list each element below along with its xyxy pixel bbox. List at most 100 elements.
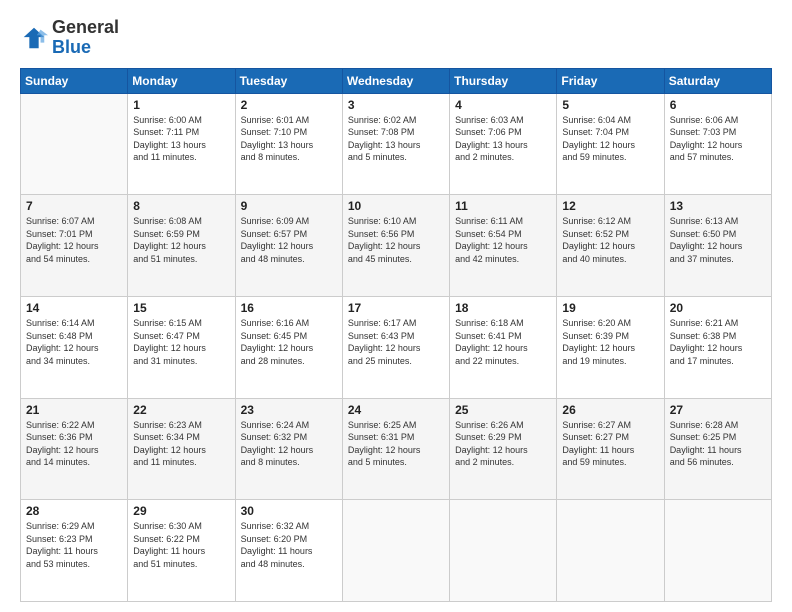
calendar-cell: 15 Sunrise: 6:15 AM Sunset: 6:47 PM Dayli… [128,296,235,398]
day-info: Sunrise: 6:21 AM Sunset: 6:38 PM Dayligh… [670,317,766,367]
day-info: Sunrise: 6:14 AM Sunset: 6:48 PM Dayligh… [26,317,122,367]
calendar-cell: 17 Sunrise: 6:17 AM Sunset: 6:43 PM Dayli… [342,296,449,398]
day-info: Sunrise: 6:24 AM Sunset: 6:32 PM Dayligh… [241,419,337,469]
logo: GeneralBlue [20,18,119,58]
calendar-cell: 23 Sunrise: 6:24 AM Sunset: 6:32 PM Dayli… [235,398,342,500]
calendar-cell [21,93,128,195]
calendar-cell: 19 Sunrise: 6:20 AM Sunset: 6:39 PM Dayli… [557,296,664,398]
calendar-cell: 4Sunrise: 6:03 AM Sunset: 7:06 PM Daylig… [450,93,557,195]
day-number: 11 [455,199,551,213]
calendar-cell [664,500,771,602]
day-number: 12 [562,199,658,213]
day-info: Sunrise: 6:16 AM Sunset: 6:45 PM Dayligh… [241,317,337,367]
day-number: 21 [26,403,122,417]
day-number: 23 [241,403,337,417]
day-number: 20 [670,301,766,315]
calendar-cell: 9Sunrise: 6:09 AM Sunset: 6:57 PM Daylig… [235,195,342,297]
day-number: 25 [455,403,551,417]
day-info: Sunrise: 6:00 AM Sunset: 7:11 PM Dayligh… [133,114,229,164]
day-info: Sunrise: 6:09 AM Sunset: 6:57 PM Dayligh… [241,215,337,265]
day-info: Sunrise: 6:27 AM Sunset: 6:27 PM Dayligh… [562,419,658,469]
calendar-cell: 1 Sunrise: 6:00 AM Sunset: 7:11 PM Daylig… [128,93,235,195]
day-number: 24 [348,403,444,417]
weekday-header: Tuesday [235,68,342,93]
day-number: 22 [133,403,229,417]
calendar-cell: 27 Sunrise: 6:28 AM Sunset: 6:25 PM Dayli… [664,398,771,500]
day-info: Sunrise: 6:13 AM Sunset: 6:50 PM Dayligh… [670,215,766,265]
day-info: Sunrise: 6:10 AM Sunset: 6:56 PM Dayligh… [348,215,444,265]
logo-text: GeneralBlue [52,18,119,58]
calendar-cell: 5 Sunrise: 6:04 AM Sunset: 7:04 PM Daylig… [557,93,664,195]
day-info: Sunrise: 6:04 AM Sunset: 7:04 PM Dayligh… [562,114,658,164]
logo-blue: Blue [52,38,119,58]
day-info: Sunrise: 6:07 AM Sunset: 7:01 PM Dayligh… [26,215,122,265]
calendar-cell: 12 Sunrise: 6:12 AM Sunset: 6:52 PM Dayli… [557,195,664,297]
day-info: Sunrise: 6:11 AM Sunset: 6:54 PM Dayligh… [455,215,551,265]
weekday-header: Thursday [450,68,557,93]
calendar-cell: 6 Sunrise: 6:06 AM Sunset: 7:03 PM Daylig… [664,93,771,195]
calendar-cell: 2Sunrise: 6:01 AM Sunset: 7:10 PM Daylig… [235,93,342,195]
calendar-cell: 11 Sunrise: 6:11 AM Sunset: 6:54 PM Dayli… [450,195,557,297]
calendar-cell [557,500,664,602]
day-number: 26 [562,403,658,417]
page: GeneralBlue SundayMondayTuesdayWednesday… [0,0,792,612]
day-number: 4 [455,98,551,112]
calendar-cell: 25 Sunrise: 6:26 AM Sunset: 6:29 PM Dayli… [450,398,557,500]
day-number: 30 [241,504,337,518]
calendar-cell [342,500,449,602]
calendar-cell: 18Sunrise: 6:18 AM Sunset: 6:41 PM Dayli… [450,296,557,398]
day-number: 1 [133,98,229,112]
day-info: Sunrise: 6:20 AM Sunset: 6:39 PM Dayligh… [562,317,658,367]
weekday-header: Monday [128,68,235,93]
day-info: Sunrise: 6:08 AM Sunset: 6:59 PM Dayligh… [133,215,229,265]
day-info: Sunrise: 6:01 AM Sunset: 7:10 PM Dayligh… [241,114,337,164]
day-info: Sunrise: 6:18 AM Sunset: 6:41 PM Dayligh… [455,317,551,367]
day-number: 10 [348,199,444,213]
calendar-cell: 10 Sunrise: 6:10 AM Sunset: 6:56 PM Dayli… [342,195,449,297]
calendar-cell: 14 Sunrise: 6:14 AM Sunset: 6:48 PM Dayli… [21,296,128,398]
calendar-cell: 16 Sunrise: 6:16 AM Sunset: 6:45 PM Dayli… [235,296,342,398]
day-number: 16 [241,301,337,315]
day-number: 5 [562,98,658,112]
calendar-cell: 20 Sunrise: 6:21 AM Sunset: 6:38 PM Dayli… [664,296,771,398]
header: GeneralBlue [20,18,772,58]
day-number: 27 [670,403,766,417]
day-number: 17 [348,301,444,315]
day-number: 28 [26,504,122,518]
day-info: Sunrise: 6:30 AM Sunset: 6:22 PM Dayligh… [133,520,229,570]
weekday-header: Sunday [21,68,128,93]
weekday-header: Wednesday [342,68,449,93]
calendar-cell: 21 Sunrise: 6:22 AM Sunset: 6:36 PM Dayli… [21,398,128,500]
calendar: SundayMondayTuesdayWednesdayThursdayFrid… [20,68,772,602]
calendar-cell: 13 Sunrise: 6:13 AM Sunset: 6:50 PM Dayli… [664,195,771,297]
day-info: Sunrise: 6:15 AM Sunset: 6:47 PM Dayligh… [133,317,229,367]
day-number: 8 [133,199,229,213]
weekday-header: Friday [557,68,664,93]
calendar-cell: 8 Sunrise: 6:08 AM Sunset: 6:59 PM Daylig… [128,195,235,297]
day-info: Sunrise: 6:25 AM Sunset: 6:31 PM Dayligh… [348,419,444,469]
calendar-cell: 29 Sunrise: 6:30 AM Sunset: 6:22 PM Dayli… [128,500,235,602]
day-info: Sunrise: 6:17 AM Sunset: 6:43 PM Dayligh… [348,317,444,367]
day-number: 19 [562,301,658,315]
day-info: Sunrise: 6:26 AM Sunset: 6:29 PM Dayligh… [455,419,551,469]
day-number: 6 [670,98,766,112]
day-info: Sunrise: 6:06 AM Sunset: 7:03 PM Dayligh… [670,114,766,164]
day-number: 3 [348,98,444,112]
day-number: 7 [26,199,122,213]
day-number: 29 [133,504,229,518]
calendar-cell: 3 Sunrise: 6:02 AM Sunset: 7:08 PM Daylig… [342,93,449,195]
day-info: Sunrise: 6:23 AM Sunset: 6:34 PM Dayligh… [133,419,229,469]
day-number: 13 [670,199,766,213]
calendar-cell: 22 Sunrise: 6:23 AM Sunset: 6:34 PM Dayli… [128,398,235,500]
day-number: 14 [26,301,122,315]
day-info: Sunrise: 6:02 AM Sunset: 7:08 PM Dayligh… [348,114,444,164]
day-info: Sunrise: 6:22 AM Sunset: 6:36 PM Dayligh… [26,419,122,469]
day-info: Sunrise: 6:12 AM Sunset: 6:52 PM Dayligh… [562,215,658,265]
calendar-cell: 24 Sunrise: 6:25 AM Sunset: 6:31 PM Dayli… [342,398,449,500]
day-number: 15 [133,301,229,315]
calendar-cell [450,500,557,602]
calendar-cell: 26 Sunrise: 6:27 AM Sunset: 6:27 PM Dayli… [557,398,664,500]
day-info: Sunrise: 6:29 AM Sunset: 6:23 PM Dayligh… [26,520,122,570]
calendar-cell: 28 Sunrise: 6:29 AM Sunset: 6:23 PM Dayli… [21,500,128,602]
day-info: Sunrise: 6:28 AM Sunset: 6:25 PM Dayligh… [670,419,766,469]
